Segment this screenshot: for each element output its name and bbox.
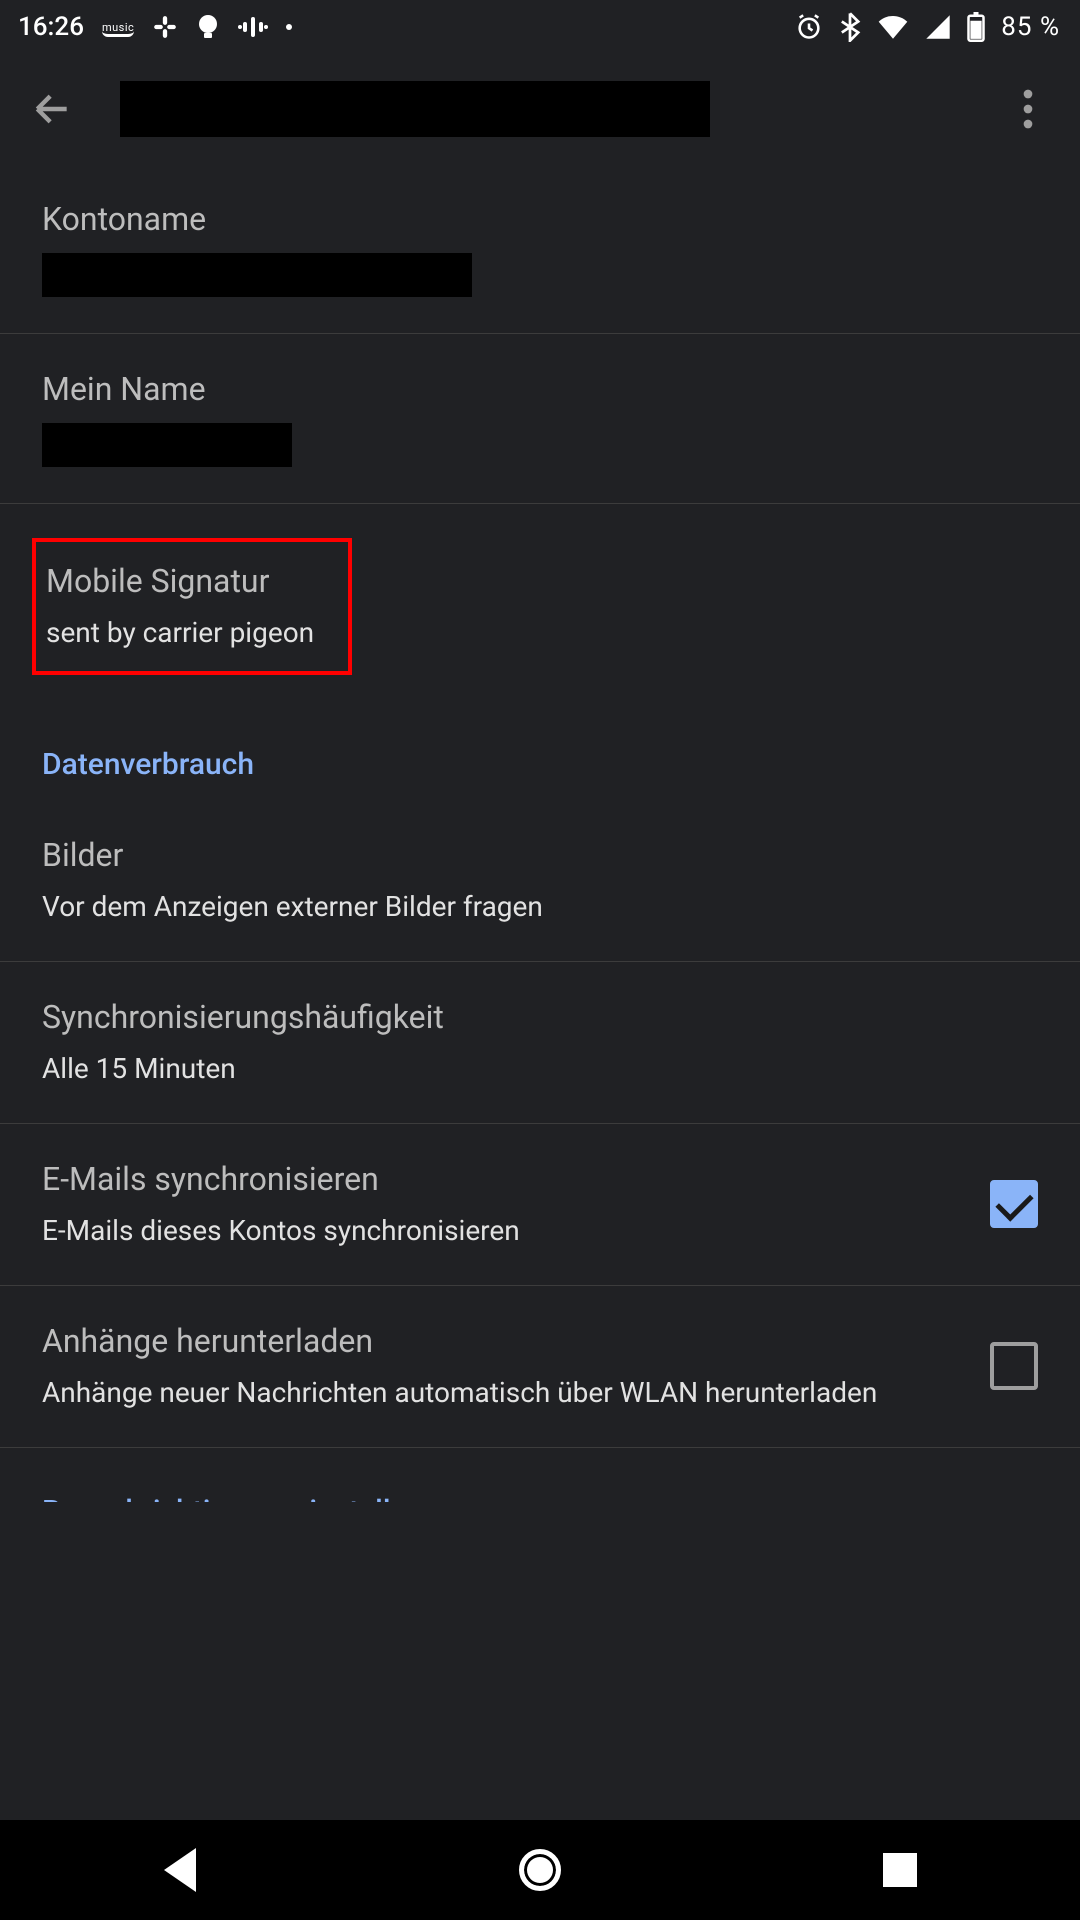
setting-subtitle: E-Mails dieses Kontos synchronisieren [42,1212,966,1250]
setting-download-attachments[interactable]: Anhänge herunterladen Anhänge neuer Nach… [0,1286,1080,1448]
music-icon: music [102,21,134,34]
my-name-redacted [42,423,292,467]
nav-home-button[interactable] [504,1834,576,1906]
triangle-back-icon [164,1848,196,1892]
alarm-icon [795,13,823,41]
sync-emails-checkbox[interactable] [990,1180,1038,1228]
page-title-redacted [120,81,710,137]
section-header-notifications: Benachrichtigungseinstellungen [0,1448,1080,1502]
setting-title: Mobile Signatur [46,560,314,603]
nav-back-button[interactable] [144,1834,216,1906]
setting-images[interactable]: Bilder Vor dem Anzeigen externer Bilder … [0,800,1080,962]
setting-title: E-Mails synchronisieren [42,1158,966,1201]
setting-title: Mein Name [42,368,1038,411]
wifi-icon [877,14,909,40]
nav-recents-button[interactable] [864,1834,936,1906]
circle-home-icon [519,1849,561,1891]
setting-mobile-signature[interactable]: Mobile Signatur sent by carrier pigeon [0,504,1080,711]
podcasts-icon [238,12,268,42]
setting-subtitle: sent by carrier pigeon [46,614,314,652]
setting-sync-emails[interactable]: E-Mails synchronisieren E-Mails dieses K… [0,1124,1080,1286]
status-bar: 16:26 music [0,0,1080,54]
setting-my-name[interactable]: Mein Name [0,334,1080,504]
setting-title: Bilder [42,834,1038,877]
annotation-highlight: Mobile Signatur sent by carrier pigeon [32,538,352,675]
bulb-icon [196,13,220,41]
battery-percent: 85 % [1001,12,1060,42]
setting-subtitle: Anhänge neuer Nachrichten automatisch üb… [42,1374,966,1412]
setting-subtitle: Vor dem Anzeigen externer Bilder fragen [42,888,1038,926]
clock: 16:26 [18,12,84,42]
battery-icon [967,12,985,42]
navigation-bar [0,1820,1080,1920]
notification-dot-icon [286,24,292,30]
square-recents-icon [883,1853,917,1887]
setting-sync-frequency[interactable]: Synchronisierungshäufigkeit Alle 15 Minu… [0,962,1080,1124]
status-right: 85 % [795,12,1060,42]
screen: 16:26 music [0,0,1080,1920]
setting-title: Anhänge herunterladen [42,1320,966,1363]
setting-account-name[interactable]: Kontoname [0,164,1080,334]
account-name-redacted [42,253,472,297]
overflow-menu-button[interactable] [1000,81,1056,137]
setting-title: Kontoname [42,198,1038,241]
status-left: 16:26 music [18,12,292,42]
download-attachments-checkbox[interactable] [990,1342,1038,1390]
signal-icon [925,14,951,40]
section-header-data-usage: Datenverbrauch [0,711,1080,800]
settings-list: Kontoname Mein Name Mobile Signatur sent… [0,164,1080,1820]
app-bar [0,54,1080,164]
bluetooth-icon [839,12,861,42]
setting-title: Synchronisierungshäufigkeit [42,996,1038,1039]
more-vert-icon [1023,89,1033,129]
back-button[interactable] [24,81,80,137]
slack-icon [152,14,178,40]
setting-subtitle: Alle 15 Minuten [42,1050,1038,1088]
back-arrow-icon [30,87,74,131]
